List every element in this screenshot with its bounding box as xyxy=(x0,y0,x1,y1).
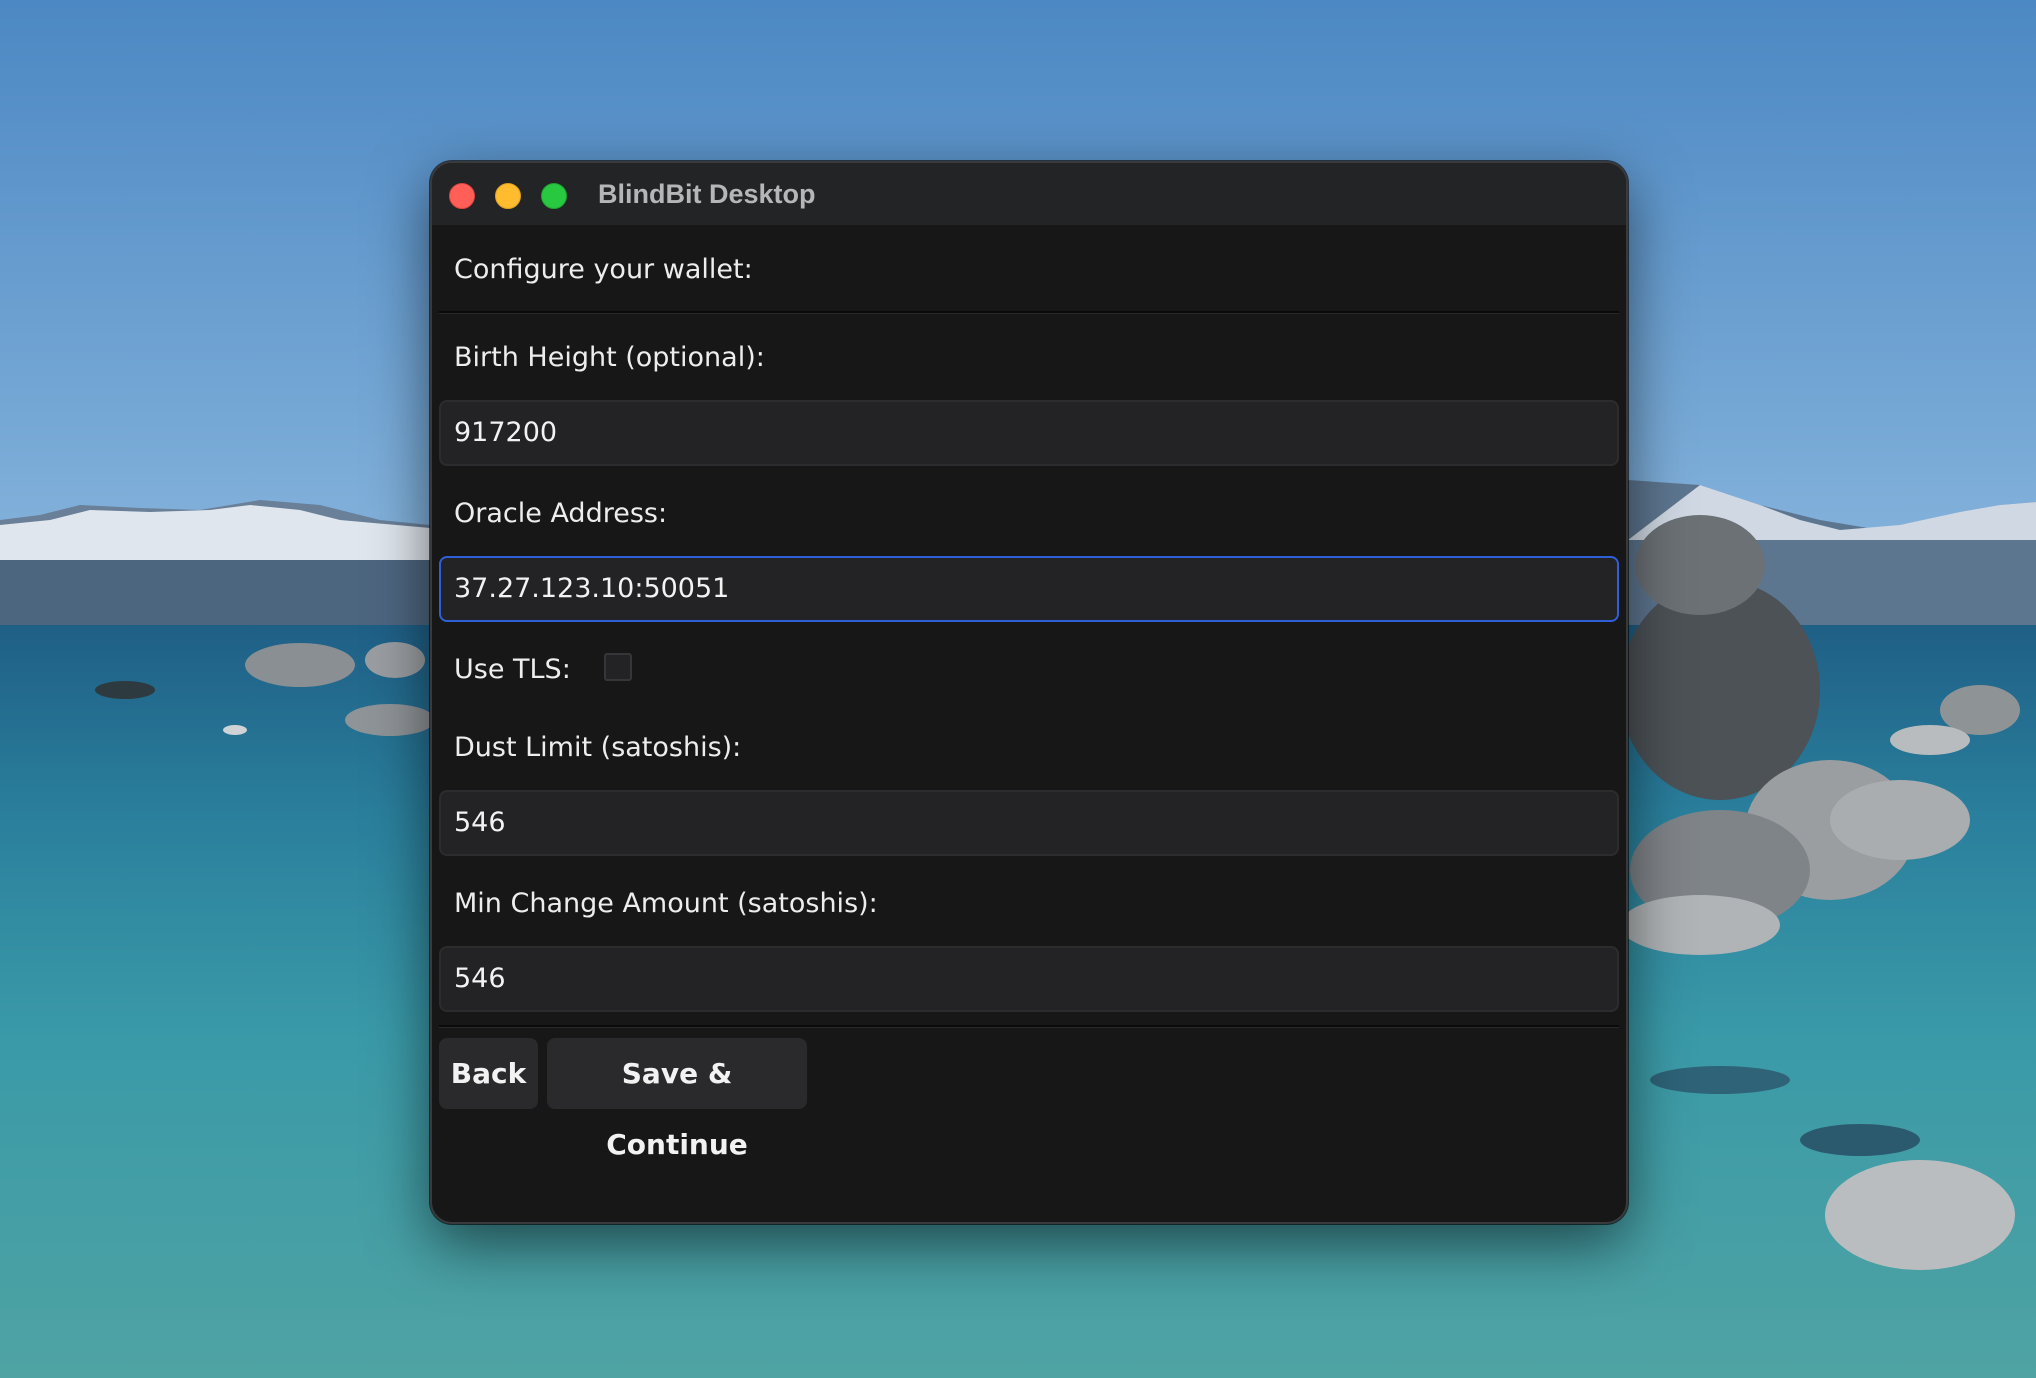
dust-limit-label: Dust Limit (satoshis): xyxy=(454,732,742,763)
birth-height-value: 917200 xyxy=(454,417,558,448)
heading-divider xyxy=(439,311,1619,314)
app-window: BlindBit Desktop Configure your wallet: … xyxy=(430,161,1628,1224)
close-window-button[interactable] xyxy=(449,183,475,209)
window-titlebar[interactable]: BlindBit Desktop xyxy=(432,163,1626,225)
maximize-window-button[interactable] xyxy=(541,183,567,209)
min-change-value: 546 xyxy=(454,963,506,994)
minimize-window-button[interactable] xyxy=(495,183,521,209)
birth-height-input[interactable]: 917200 xyxy=(439,400,1619,466)
use-tls-label: Use TLS: xyxy=(454,654,571,685)
dust-limit-value: 546 xyxy=(454,807,506,838)
oracle-address-label: Oracle Address: xyxy=(454,498,668,529)
birth-height-label: Birth Height (optional): xyxy=(454,342,765,373)
min-change-label: Min Change Amount (satoshis): xyxy=(454,888,878,919)
use-tls-checkbox[interactable] xyxy=(604,653,632,681)
dust-limit-input[interactable]: 546 xyxy=(439,790,1619,856)
save-continue-button[interactable]: Save & Continue xyxy=(547,1038,807,1161)
min-change-input[interactable]: 546 xyxy=(439,946,1619,1012)
form-heading: Configure your wallet: xyxy=(454,254,753,285)
oracle-address-value: 37.27.123.10:50051 xyxy=(454,573,730,604)
back-button[interactable]: Back xyxy=(439,1038,538,1109)
window-title: BlindBit Desktop xyxy=(598,179,816,209)
buttons-divider xyxy=(439,1025,1619,1028)
oracle-address-input[interactable]: 37.27.123.10:50051 xyxy=(439,556,1619,622)
